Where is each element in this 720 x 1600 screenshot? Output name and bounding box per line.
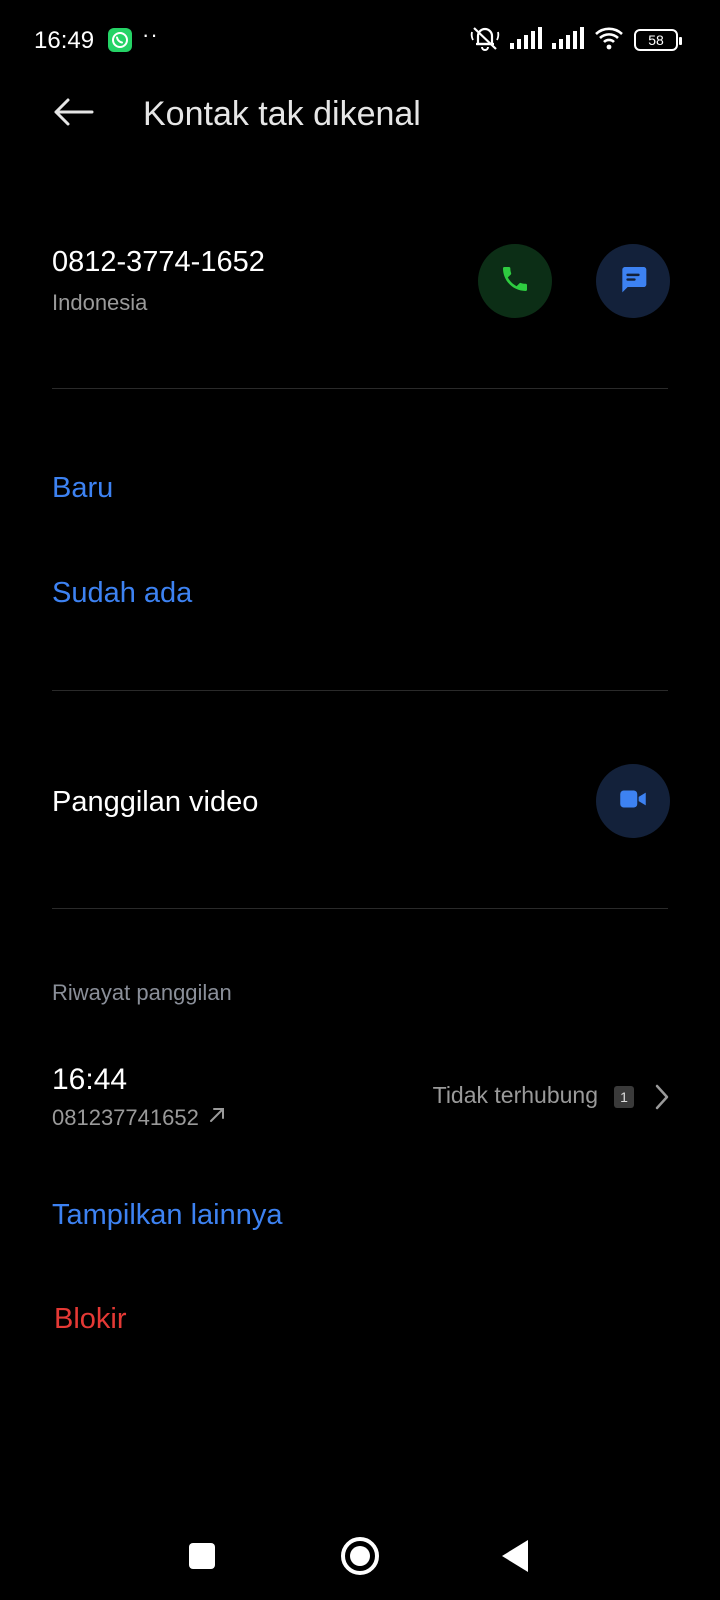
divider: [52, 690, 668, 691]
signal-icon: [552, 26, 584, 54]
video-call-button[interactable]: [596, 764, 670, 838]
call-count-badge: 1: [614, 1086, 634, 1108]
call-log-number-row: 081237741652: [52, 1105, 227, 1131]
arrow-left-icon: [52, 97, 94, 132]
page-title: Kontak tak dikenal: [143, 95, 421, 133]
new-contact-button[interactable]: Baru: [52, 472, 113, 505]
block-button[interactable]: Blokir: [54, 1303, 127, 1336]
status-time: 16:49: [34, 27, 95, 54]
signal-icon: [510, 26, 542, 54]
whatsapp-icon: [108, 28, 132, 52]
battery-icon: 58: [634, 29, 682, 51]
notification-dots: ··: [142, 22, 159, 47]
wifi-icon: [594, 26, 624, 55]
status-bar: 16:49 ·· 58: [0, 0, 720, 80]
nav-back-button[interactable]: [502, 1540, 528, 1572]
phone-icon: [499, 263, 531, 300]
call-history-label: Riwayat panggilan: [52, 980, 232, 1005]
contact-number: 0812-3774-1652: [52, 246, 265, 278]
status-icons: 58: [470, 24, 682, 57]
back-button[interactable]: [50, 94, 96, 134]
video-call-label: Panggilan video: [52, 786, 259, 818]
mute-icon: [470, 24, 500, 57]
message-icon: [617, 263, 649, 300]
call-log-number: 081237741652: [52, 1105, 199, 1130]
existing-contact-button[interactable]: Sudah ada: [52, 577, 192, 610]
chevron-right-icon: [652, 1082, 672, 1112]
call-button[interactable]: [478, 244, 552, 318]
recent-apps-button[interactable]: [189, 1543, 215, 1569]
contact-country: Indonesia: [52, 290, 148, 315]
call-log-time: 16:44: [52, 1063, 128, 1096]
message-button[interactable]: [596, 244, 670, 318]
show-more-button[interactable]: Tampilkan lainnya: [52, 1199, 283, 1232]
video-camera-icon: [616, 782, 650, 821]
outgoing-arrow-icon: [207, 1105, 227, 1131]
home-button[interactable]: [341, 1537, 379, 1575]
call-log-status: Tidak terhubung: [432, 1082, 598, 1108]
divider: [52, 388, 668, 389]
divider: [52, 908, 668, 909]
